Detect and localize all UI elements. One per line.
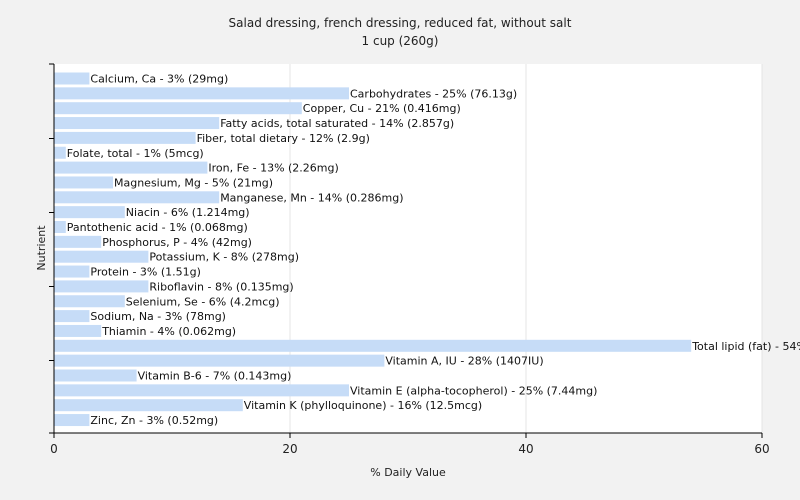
- bar-label: Folate, total - 1% (5mcg): [67, 147, 204, 160]
- bar: [54, 295, 125, 308]
- bar-label: Zinc, Zn - 3% (0.52mg): [90, 414, 218, 427]
- bar-label: Thiamin - 4% (0.062mg): [101, 325, 236, 338]
- bar-label: Vitamin B-6 - 7% (0.143mg): [138, 370, 292, 383]
- bar-label: Selenium, Se - 6% (4.2mcg): [126, 295, 280, 308]
- bar: [54, 280, 149, 293]
- bar-label: Potassium, K - 8% (278mg): [149, 251, 299, 264]
- bar: [54, 87, 349, 100]
- bar-label: Iron, Fe - 13% (2.26mg): [208, 162, 338, 175]
- bar-label: Vitamin K (phylloquinone) - 16% (12.5mcg…: [244, 399, 482, 412]
- bar-label: Total lipid (fat) - 54% (35.00g): [691, 340, 800, 353]
- chart-subtitle: 1 cup (260g): [362, 34, 439, 48]
- bar: [54, 265, 90, 278]
- bar-label: Calcium, Ca - 3% (29mg): [90, 73, 228, 86]
- bar-chart: Salad dressing, french dressing, reduced…: [35, 16, 800, 479]
- bar-label: Phosphorus, P - 4% (42mg): [102, 236, 252, 249]
- bar-label: Fiber, total dietary - 12% (2.9g): [197, 132, 370, 145]
- bar: [54, 117, 220, 130]
- x-axis-title: % Daily Value: [370, 466, 446, 479]
- x-tick-label: 40: [518, 442, 533, 456]
- bar: [54, 384, 349, 397]
- bar-label: Manganese, Mn - 14% (0.286mg): [220, 191, 403, 204]
- bar: [54, 399, 243, 412]
- bar: [54, 191, 220, 204]
- bar-label: Carbohydrates - 25% (76.13g): [350, 87, 517, 100]
- bar-label: Pantothenic acid - 1% (0.068mg): [67, 221, 248, 234]
- bar: [54, 235, 102, 248]
- bar: [54, 176, 113, 189]
- bar: [54, 250, 149, 263]
- bar: [54, 102, 302, 115]
- bar: [54, 354, 385, 367]
- bar-label: Sodium, Na - 3% (78mg): [90, 310, 226, 323]
- bar: [54, 206, 125, 219]
- bar: [54, 324, 102, 337]
- bar: [54, 310, 90, 323]
- bar: [54, 72, 90, 85]
- bar: [54, 369, 137, 382]
- x-tick-label: 0: [50, 442, 58, 456]
- bar-label: Vitamin A, IU - 28% (1407IU): [385, 355, 543, 368]
- bar: [54, 339, 692, 352]
- bar-label: Magnesium, Mg - 5% (21mg): [114, 176, 273, 189]
- bar: [54, 146, 66, 159]
- x-tick-label: 20: [282, 442, 297, 456]
- y-axis-title: Nutrient: [35, 225, 48, 271]
- bar-label: Fatty acids, total saturated - 14% (2.85…: [220, 117, 454, 130]
- x-tick-label: 60: [754, 442, 769, 456]
- chart-container: Salad dressing, french dressing, reduced…: [0, 0, 800, 500]
- bar: [54, 221, 66, 233]
- chart-title: Salad dressing, french dressing, reduced…: [229, 16, 572, 30]
- bar: [54, 131, 196, 144]
- bar-label: Copper, Cu - 21% (0.416mg): [303, 102, 461, 115]
- bar: [54, 161, 208, 174]
- bar-label: Protein - 3% (1.51g): [90, 266, 201, 279]
- bar-label: Vitamin E (alpha-tocopherol) - 25% (7.44…: [350, 384, 597, 397]
- bar-label: Riboflavin - 8% (0.135mg): [149, 280, 293, 293]
- bar-label: Niacin - 6% (1.214mg): [126, 206, 250, 219]
- bar: [54, 414, 90, 427]
